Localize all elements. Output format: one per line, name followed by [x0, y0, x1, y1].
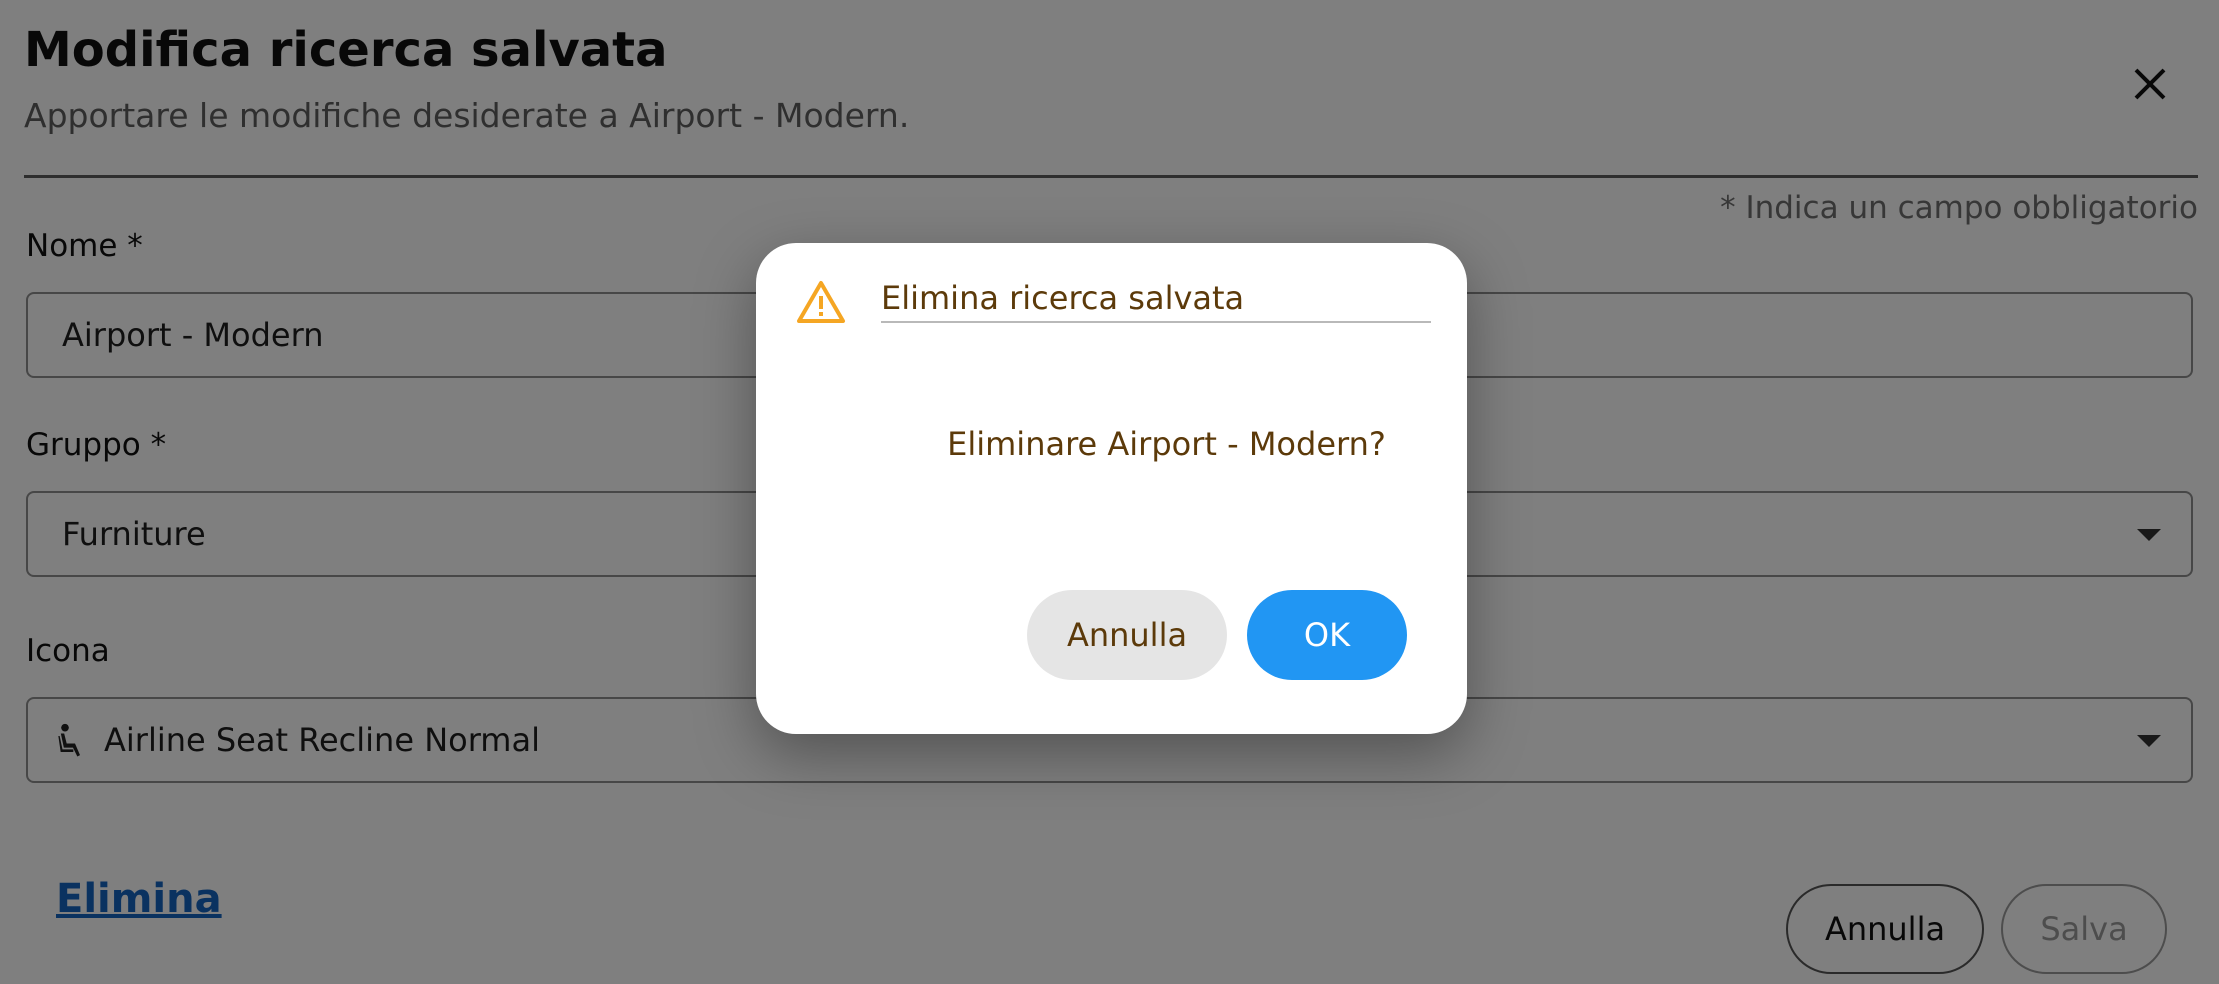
dialog-title: Elimina ricerca salvata — [881, 279, 1245, 317]
dialog-ok-button[interactable]: OK — [1247, 590, 1407, 680]
delete-confirm-dialog: Elimina ricerca salvata Eliminare Airpor… — [756, 243, 1467, 734]
dialog-title-divider — [881, 321, 1431, 323]
warning-icon — [797, 281, 845, 323]
dialog-cancel-button[interactable]: Annulla — [1027, 590, 1227, 680]
dialog-message: Eliminare Airport - Modern? — [947, 425, 1386, 463]
